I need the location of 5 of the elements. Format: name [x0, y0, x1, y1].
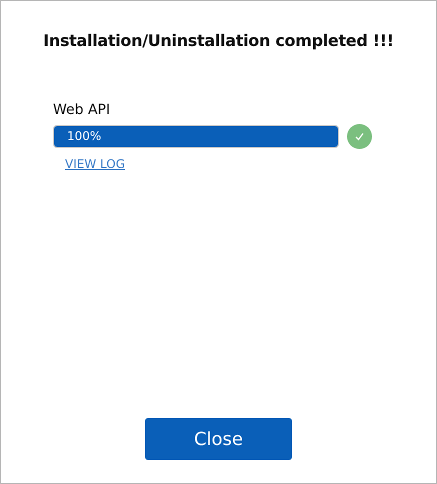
dialog-title: Installation/Uninstallation completed !!! — [42, 31, 395, 50]
component-name: Web API — [53, 102, 110, 118]
close-button[interactable]: Close — [145, 418, 292, 460]
progress-reading: 100% — [67, 129, 102, 143]
view-log-link[interactable]: VIEW LOG — [65, 157, 126, 171]
